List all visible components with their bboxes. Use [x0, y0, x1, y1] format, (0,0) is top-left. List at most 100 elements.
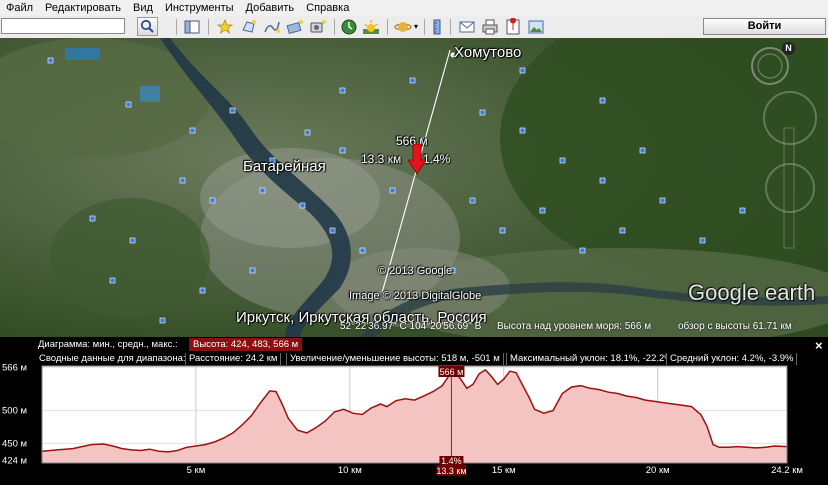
- elevation-point: [167, 451, 169, 453]
- elevation-point: [503, 378, 505, 380]
- elevation-point: [663, 402, 665, 404]
- menu-view[interactable]: Вид: [127, 0, 159, 16]
- elevation-point: [472, 383, 474, 385]
- elevation-point: [395, 400, 397, 402]
- view-in-maps-icon[interactable]: [504, 18, 522, 36]
- toolbar-separator: [208, 19, 209, 35]
- elevation-point: [466, 387, 468, 389]
- elevation-point: [484, 369, 486, 371]
- elevation-point: [296, 429, 299, 431]
- elevation-point: [386, 406, 388, 408]
- y-tick-label: 566 м: [2, 362, 27, 373]
- x-tick-label: 15 км: [492, 465, 516, 476]
- elevation-point: [130, 449, 132, 451]
- search-icon: [140, 19, 154, 33]
- elevation-point: [121, 448, 123, 450]
- elevation-point: [570, 386, 573, 388]
- elevation-point: [306, 432, 308, 434]
- elevation-point: [635, 396, 637, 399]
- save-image-icon[interactable]: [527, 18, 545, 36]
- ruler-icon[interactable]: [428, 18, 446, 36]
- elevation-point: [413, 399, 416, 401]
- add-path-icon[interactable]: [263, 18, 281, 36]
- elevation-point: [746, 446, 748, 448]
- elevation-point: [423, 395, 425, 397]
- toolbar-separator: [450, 19, 451, 35]
- menu-edit[interactable]: Редактировать: [39, 0, 127, 16]
- elevation-point: [727, 446, 730, 448]
- cursor-elevation-label: 566 м: [440, 367, 464, 377]
- map-view[interactable]: Хомутово Батарейная Иркутск, Иркутская о…: [0, 38, 828, 337]
- search-input[interactable]: [1, 18, 125, 34]
- historical-imagery-icon[interactable]: [340, 18, 358, 36]
- elevation-point: [204, 444, 206, 446]
- elevation-point: [460, 378, 462, 380]
- x-tick-label: 10 км: [338, 465, 362, 476]
- elevation-point: [672, 403, 674, 405]
- email-icon[interactable]: [458, 18, 476, 36]
- google-earth-logo: Google earth: [688, 280, 816, 305]
- elevation-point: [543, 412, 545, 414]
- elevation-point: [72, 448, 74, 450]
- elevation-point: [441, 385, 443, 387]
- menu-file[interactable]: Файл: [0, 0, 39, 16]
- elevation-point: [552, 410, 554, 412]
- elevation-point: [103, 443, 105, 445]
- elevation-chart[interactable]: 566 м 500 м 450 м 424 м 5 км 10 км 15 км 20 км 2…: [0, 337, 828, 485]
- town-label-khomutovo[interactable]: Хомутово: [454, 44, 521, 61]
- elevation-point: [694, 408, 696, 410]
- record-tour-icon[interactable]: [309, 18, 327, 36]
- elevation-point: [260, 402, 262, 404]
- menu-help[interactable]: Справка: [300, 0, 355, 16]
- elevation-point: [112, 445, 114, 447]
- elevation-point: [315, 427, 317, 429]
- menu-tools[interactable]: Инструменты: [159, 0, 240, 16]
- elevation-point: [149, 448, 151, 450]
- elevation-point: [361, 413, 363, 416]
- add-polygon-icon[interactable]: [240, 18, 258, 36]
- add-placemark-icon[interactable]: [216, 18, 234, 36]
- sidebar-toggle-icon[interactable]: [183, 18, 201, 36]
- add-image-overlay-icon[interactable]: [286, 18, 304, 36]
- distance-marker-label: 13.3 км: [361, 152, 402, 166]
- elevation-point: [617, 392, 619, 395]
- elevation-point: [81, 446, 83, 448]
- elevation-profile-panel: Диаграмма: мин., средн., макс.: Высота: …: [0, 337, 828, 485]
- elevation-readout: Высота над уровнем моря: 566 м: [497, 321, 652, 332]
- print-icon[interactable]: [481, 18, 499, 36]
- search-button[interactable]: [137, 17, 158, 36]
- town-label-batareynaya[interactable]: Батарейная: [243, 158, 326, 175]
- elevation-point: [490, 375, 493, 378]
- elevation-point: [139, 449, 142, 452]
- toolbar: ▾ Войти: [0, 16, 828, 39]
- elevation-point: [598, 389, 600, 391]
- elevation-point: [352, 412, 354, 414]
- elevation-point: [589, 387, 591, 389]
- elevation-point: [515, 372, 517, 374]
- elevation-point: [607, 391, 610, 393]
- elevation-point: [737, 446, 739, 448]
- elevation-point: [691, 406, 693, 408]
- toolbar-separator: [387, 19, 388, 35]
- elevation-point: [561, 392, 563, 395]
- elevation-point: [281, 403, 283, 405]
- menu-add[interactable]: Добавить: [240, 0, 301, 16]
- x-tick-label: 20 км: [646, 465, 670, 476]
- switch-planet-icon[interactable]: [394, 18, 412, 36]
- elevation-point: [497, 383, 499, 385]
- elevation-point: [380, 403, 382, 405]
- elevation-point: [250, 415, 252, 417]
- elevation-point: [681, 404, 683, 406]
- sign-in-button[interactable]: Войти: [703, 18, 826, 35]
- elevation-point: [712, 444, 714, 446]
- elevation-point: [223, 437, 225, 439]
- toolbar-separator: [334, 19, 335, 35]
- compass-north-icon[interactable]: N: [782, 42, 795, 55]
- sunlight-icon[interactable]: [362, 18, 380, 36]
- slope-marker-label: 1.4%: [423, 152, 451, 166]
- planet-dropdown-icon[interactable]: ▾: [414, 22, 418, 31]
- elevation-point: [343, 408, 345, 410]
- elevation-point: [333, 411, 336, 413]
- toolbar-separator: [424, 19, 425, 35]
- elevation-point: [90, 444, 92, 446]
